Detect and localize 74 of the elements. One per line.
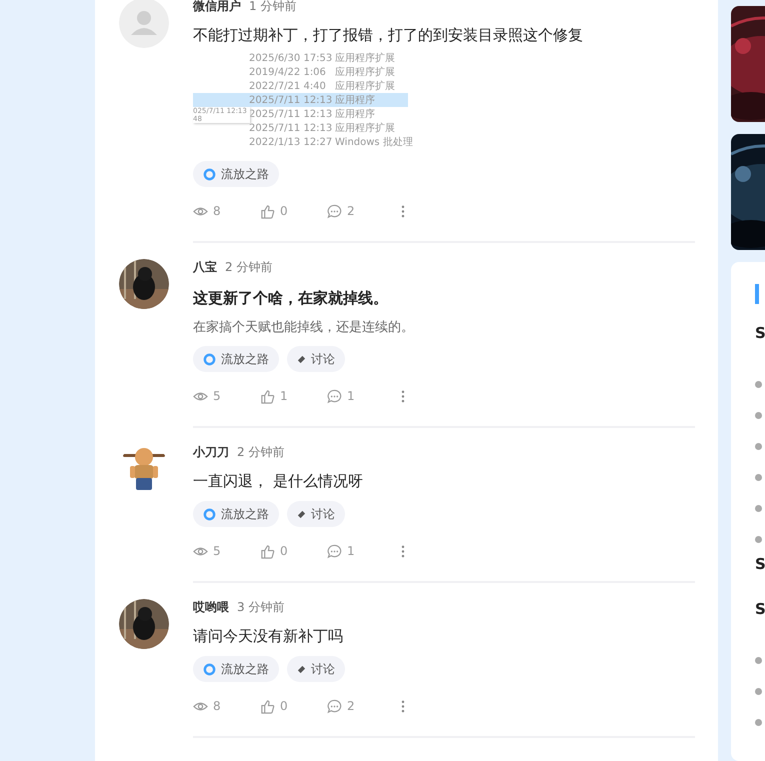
chat-bubble-icon bbox=[327, 204, 342, 218]
more-icon bbox=[401, 204, 405, 218]
file-type: 应用程序扩展 bbox=[335, 52, 395, 65]
topic-tag[interactable]: 讨论 bbox=[287, 501, 345, 527]
bullet-icon bbox=[755, 688, 762, 695]
bullet-icon bbox=[755, 443, 762, 450]
default-avatar-icon bbox=[119, 0, 169, 48]
file-type: 应用程序 bbox=[335, 108, 375, 121]
more-icon bbox=[401, 700, 405, 712]
ring-icon bbox=[203, 662, 216, 676]
more-button[interactable] bbox=[401, 544, 405, 558]
section-heading: S bbox=[755, 324, 765, 344]
file-type: 应用程序扩展 bbox=[335, 66, 395, 79]
chat-bubble-icon bbox=[327, 388, 342, 404]
more-button[interactable] bbox=[401, 700, 405, 712]
file-date: 2022/1/13 12:27 bbox=[249, 136, 331, 148]
more-button[interactable] bbox=[401, 390, 405, 402]
topic-tag[interactable]: 流放之路 bbox=[193, 161, 279, 187]
file-type: 应用程序扩展 bbox=[335, 80, 395, 93]
file-date: 2019/4/22 1:06 bbox=[249, 66, 327, 78]
thumbs-up-icon bbox=[260, 388, 275, 404]
post-time: 2 分钟前 bbox=[237, 444, 284, 461]
view-count: 8 bbox=[193, 204, 260, 218]
author-name[interactable]: 小刀刀 bbox=[193, 444, 229, 461]
file-date: 2025/7/11 12:13 bbox=[249, 94, 331, 106]
author-name[interactable]: 八宝 bbox=[193, 259, 217, 276]
eraser-icon bbox=[297, 354, 306, 364]
more-button[interactable] bbox=[401, 204, 405, 218]
author-name[interactable]: 哎哟喂 bbox=[193, 599, 229, 616]
chat-bubble-icon bbox=[327, 544, 342, 558]
ring-icon bbox=[203, 508, 216, 520]
bullet-icon bbox=[755, 474, 762, 481]
post-text: 在家搞个天赋也能掉线，还是连续的。 bbox=[193, 319, 415, 336]
post-title[interactable]: 这更新了个啥，在家就掉线。 bbox=[193, 289, 695, 308]
post-time: 3 分钟前 bbox=[237, 599, 284, 616]
ring-icon bbox=[203, 352, 216, 366]
bullet-icon bbox=[755, 412, 762, 419]
file-date: 2025/7/11 12:13 bbox=[249, 122, 331, 134]
eraser-icon bbox=[297, 664, 306, 674]
topic-tag[interactable]: 流放之路 bbox=[193, 656, 279, 682]
post-text: 请问今天没有新补丁吗 bbox=[193, 627, 344, 646]
topic-tag[interactable]: 流放之路 bbox=[193, 501, 279, 527]
view-count: 8 bbox=[193, 698, 260, 714]
thumbs-up-icon bbox=[260, 204, 275, 218]
chat-bubble-icon bbox=[327, 698, 342, 714]
section-heading: S bbox=[755, 555, 765, 575]
post-time: 2 分钟前 bbox=[225, 259, 272, 276]
topic-tag[interactable]: 讨论 bbox=[287, 656, 345, 682]
ring-icon bbox=[203, 168, 216, 180]
section-heading: S bbox=[755, 600, 765, 620]
bullet-icon bbox=[755, 505, 762, 512]
topic-tag[interactable]: 讨论 bbox=[287, 346, 345, 372]
bullet-icon bbox=[755, 536, 762, 543]
topic-tag[interactable]: 流放之路 bbox=[193, 346, 279, 372]
thumbs-up-icon bbox=[260, 544, 275, 558]
file-date: 2025/7/11 12:13 bbox=[249, 108, 331, 120]
more-icon bbox=[401, 390, 405, 402]
thumbs-up-icon bbox=[260, 698, 275, 714]
post-text: 不能打过期补丁，打了报错，打了的到安装目录照这个修复 bbox=[193, 26, 584, 45]
post-text: 一直闪退， 是什么情况呀 bbox=[193, 472, 364, 491]
file-date: 2025/6/30 17:53 bbox=[249, 52, 331, 64]
file-type: 应用程序扩展 bbox=[335, 122, 395, 135]
file-type: 应用程序 bbox=[335, 94, 375, 107]
bullet-icon bbox=[755, 719, 762, 726]
more-icon bbox=[401, 544, 405, 558]
bullet-icon bbox=[755, 657, 762, 664]
accent-bar bbox=[755, 284, 759, 304]
eraser-icon bbox=[297, 510, 306, 518]
bullet-icon bbox=[755, 381, 762, 388]
file-type: Windows 批处理 bbox=[335, 136, 413, 149]
view-count: 5 bbox=[193, 544, 260, 558]
view-count: 5 bbox=[193, 388, 260, 404]
post-time: 1 分钟前 bbox=[249, 0, 296, 15]
file-date: 2022/7/21 4:40 bbox=[249, 80, 327, 92]
